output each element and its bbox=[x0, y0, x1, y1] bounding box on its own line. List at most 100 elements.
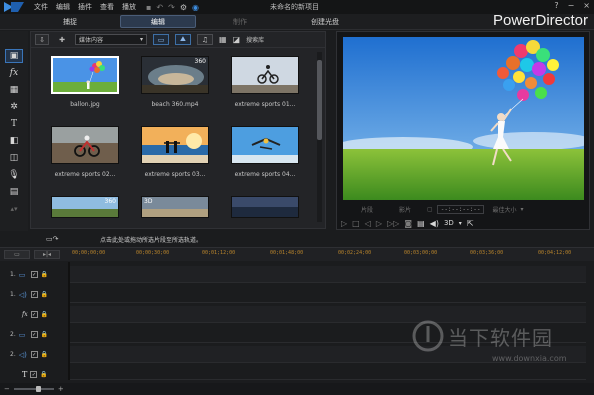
tab-edit[interactable]: 编辑 bbox=[120, 15, 196, 28]
lock-icon[interactable]: 🔒 bbox=[40, 371, 47, 378]
subtitle-room-icon[interactable]: ▴▾ bbox=[5, 202, 23, 216]
plugin-icon[interactable]: ✚ bbox=[55, 34, 69, 45]
tab-create-disc[interactable]: 创建光盘 bbox=[290, 15, 360, 28]
audio-mixing-room-icon[interactable]: ◫ bbox=[5, 151, 23, 165]
track-lane[interactable] bbox=[70, 266, 586, 283]
insert-mode-icon[interactable]: ▭↷ bbox=[46, 235, 58, 243]
chevron-down-icon[interactable]: ▾ bbox=[459, 220, 462, 227]
media-item[interactable]: 360 bbox=[45, 196, 125, 218]
scrollbar-thumb[interactable] bbox=[317, 60, 322, 140]
media-item[interactable]: extreme sports 02... bbox=[45, 126, 125, 178]
media-thumbnail[interactable] bbox=[231, 126, 299, 164]
3d-mode-button[interactable]: 3D bbox=[444, 219, 454, 227]
media-thumbnail[interactable] bbox=[51, 56, 119, 94]
fast-forward-icon[interactable]: ▷▷ bbox=[387, 219, 399, 228]
media-item[interactable]: 360 beach 360.mp4 bbox=[135, 56, 215, 108]
video-filter-icon[interactable]: ▭ bbox=[153, 34, 169, 45]
snapshot-camera-icon[interactable]: ◙ bbox=[404, 219, 412, 228]
image-filter-icon[interactable]: ⛰ bbox=[175, 34, 191, 45]
menu-plugins[interactable]: 插件 bbox=[78, 2, 92, 12]
save-icon[interactable]: ▪ bbox=[146, 3, 151, 12]
media-thumbnail[interactable]: 3D bbox=[141, 196, 209, 218]
track-enable-checkbox[interactable]: ✓ bbox=[30, 331, 38, 338]
undock-preview-icon[interactable]: ⇱ bbox=[467, 219, 474, 228]
close-button[interactable]: × bbox=[583, 1, 590, 10]
room-toolbar: ▣ fx ▦ ✲ T ◧ ◫ 🎙 ▤ ▴▾ bbox=[0, 31, 28, 231]
movie-mode-button[interactable]: 影片 bbox=[399, 205, 411, 214]
next-frame-icon[interactable]: ▷ bbox=[376, 219, 382, 228]
menu-edit[interactable]: 编辑 bbox=[56, 2, 70, 12]
menu-playback[interactable]: 播放 bbox=[122, 2, 136, 12]
zoom-in-icon[interactable]: + bbox=[58, 385, 64, 393]
quality-select[interactable]: 最佳大小 bbox=[492, 205, 516, 214]
particle-room-icon[interactable]: ✲ bbox=[5, 100, 23, 114]
lock-icon[interactable]: 🔒 bbox=[41, 291, 48, 298]
media-thumbnail[interactable] bbox=[51, 126, 119, 164]
media-item[interactable]: 3D bbox=[135, 196, 215, 218]
timeline-view-button[interactable]: ▭ bbox=[4, 250, 30, 259]
track-enable-checkbox[interactable]: ✓ bbox=[30, 311, 38, 318]
track-enable-checkbox[interactable]: ✓ bbox=[30, 271, 38, 278]
media-thumbnail[interactable] bbox=[231, 196, 299, 218]
media-thumbnail[interactable] bbox=[231, 56, 299, 94]
volume-icon[interactable]: ◀) bbox=[430, 219, 439, 228]
fx-room-icon[interactable]: fx bbox=[5, 66, 23, 80]
grid-view-icon[interactable]: ▦ bbox=[219, 35, 227, 44]
timecode-display[interactable]: --:--:--:-- bbox=[436, 204, 485, 214]
timeline-ruler[interactable]: 00;00;00;00 00;00;30;00 00;01;12;00 00;0… bbox=[70, 248, 590, 262]
previous-frame-icon[interactable]: ◁ bbox=[365, 219, 371, 228]
help-button[interactable]: ? bbox=[554, 1, 558, 10]
lock-icon[interactable]: 🔒 bbox=[41, 271, 48, 278]
import-media-icon[interactable]: ⇩ bbox=[35, 34, 49, 45]
chapter-room-icon[interactable]: ▤ bbox=[5, 185, 23, 199]
track-lane[interactable] bbox=[70, 286, 586, 303]
subtitle-icon[interactable]: ▤ bbox=[417, 219, 425, 228]
clip-mode-button[interactable]: 片段 bbox=[361, 205, 373, 214]
track-lane[interactable] bbox=[70, 366, 586, 380]
menu-file[interactable]: 文件 bbox=[34, 2, 48, 12]
media-thumbnail[interactable]: 360 bbox=[51, 196, 119, 218]
media-thumbnail[interactable]: 360 bbox=[141, 56, 209, 94]
search-input[interactable]: 搜索库 bbox=[246, 34, 286, 45]
play-icon[interactable]: ▷ bbox=[341, 219, 347, 228]
media-item[interactable] bbox=[225, 196, 305, 218]
zoom-out-icon[interactable]: − bbox=[4, 385, 10, 393]
library-scrollbar[interactable] bbox=[317, 52, 322, 222]
snapshot-icon[interactable]: ▢ bbox=[427, 206, 433, 213]
media-item[interactable]: extreme sports 03... bbox=[135, 126, 215, 178]
undo-icon[interactable]: ↶ bbox=[156, 3, 163, 12]
voiceover-room-icon[interactable]: 🎙 bbox=[5, 168, 23, 182]
cyberlink-icon[interactable]: ◉ bbox=[192, 3, 199, 12]
audio-filter-icon[interactable]: ♫ bbox=[197, 34, 213, 45]
lock-icon[interactable]: 🔒 bbox=[41, 311, 48, 318]
track-lane[interactable] bbox=[70, 346, 586, 363]
media-filter-select[interactable]: 媒体内容 ▾ bbox=[75, 34, 147, 45]
track-enable-checkbox[interactable]: ✓ bbox=[30, 371, 38, 378]
tab-produce[interactable]: 制作 bbox=[210, 15, 270, 28]
menu-view[interactable]: 查看 bbox=[100, 2, 114, 12]
minimize-button[interactable]: − bbox=[568, 1, 575, 10]
tab-capture[interactable]: 捕捉 bbox=[40, 15, 100, 28]
lock-icon[interactable]: 🔒 bbox=[41, 351, 48, 358]
zoom-slider[interactable] bbox=[13, 386, 54, 392]
details-view-icon[interactable]: ◪ bbox=[233, 35, 241, 44]
media-item[interactable]: extreme sports 01... bbox=[225, 56, 305, 108]
title-room-icon[interactable]: T bbox=[5, 117, 23, 131]
storyboard-view-button[interactable]: ▸|◂ bbox=[34, 250, 60, 259]
media-item[interactable]: ballon.jpg bbox=[45, 56, 125, 108]
transition-room-icon[interactable]: ◧ bbox=[5, 134, 23, 148]
chevron-down-icon[interactable]: ▾ bbox=[520, 206, 523, 213]
media-item[interactable]: extreme sports 04... bbox=[225, 126, 305, 178]
zoom-slider-knob[interactable] bbox=[35, 386, 41, 392]
track-enable-checkbox[interactable]: ✓ bbox=[30, 351, 38, 358]
media-thumbnail[interactable] bbox=[141, 126, 209, 164]
gear-icon[interactable]: ⚙ bbox=[180, 3, 187, 12]
pip-room-icon[interactable]: ▦ bbox=[5, 83, 23, 97]
track-lane[interactable] bbox=[70, 306, 586, 323]
media-room-icon[interactable]: ▣ bbox=[5, 49, 23, 63]
track-lane[interactable] bbox=[70, 326, 586, 343]
lock-icon[interactable]: 🔒 bbox=[41, 331, 48, 338]
track-enable-checkbox[interactable]: ✓ bbox=[30, 291, 38, 298]
stop-icon[interactable]: □ bbox=[352, 219, 360, 228]
redo-icon[interactable]: ↷ bbox=[168, 3, 175, 12]
